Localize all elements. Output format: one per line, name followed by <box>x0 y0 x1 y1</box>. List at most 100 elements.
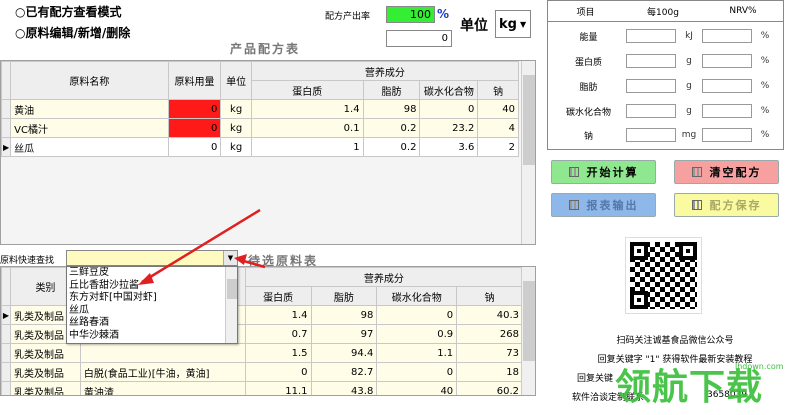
qty-cell[interactable]: 0 <box>167 137 222 157</box>
qr-finder <box>679 242 697 260</box>
arrow-line <box>141 208 261 284</box>
protein-nrv-field[interactable] <box>702 54 752 68</box>
edit-ingredient-mode-radio[interactable]: ○原料编辑/新增/删除 <box>15 24 130 41</box>
report-icon <box>568 200 579 210</box>
arrow-head <box>234 254 247 265</box>
sodium-cell: 60.2 <box>456 381 523 395</box>
fat-cell: 97 <box>310 324 378 344</box>
save-formula-button[interactable]: 配方保存 <box>674 193 779 217</box>
dropdown-option[interactable]: 丝路春酒 <box>67 317 237 330</box>
fat-cell: 0.2 <box>362 118 421 138</box>
formula-table-scrollbar[interactable] <box>521 61 535 244</box>
candidate-table-scrollbar[interactable] <box>521 267 535 395</box>
yield-input[interactable]: 100 <box>386 6 435 23</box>
table-row[interactable]: 乳类及制品 黄油渣 11.1 43.8 40 60.2 <box>1 381 523 395</box>
protein-cell: 0 <box>244 362 312 382</box>
sodium-cell: 18 <box>456 362 523 382</box>
scrollbar-thumb[interactable] <box>523 75 535 165</box>
clear-formula-button[interactable]: 清空配方 <box>674 160 779 184</box>
fat-nrv-field[interactable] <box>702 79 752 93</box>
quick-search-label: 原料快速查找 <box>0 256 55 266</box>
col-header-protein: 蛋白质 <box>250 80 364 100</box>
calculate-button[interactable]: 开始计算 <box>551 160 656 184</box>
nutrition-pct: % <box>760 81 770 91</box>
unit-select[interactable]: kg ▼ <box>495 10 531 38</box>
col-header-sodium: 钠 <box>477 80 519 100</box>
carb-value-field[interactable] <box>626 104 676 118</box>
edit-mode-label: ○原料编辑/新增/删除 <box>15 26 131 40</box>
row-marker <box>1 118 12 138</box>
fat-cell: 98 <box>310 305 378 325</box>
col-header-qty: 原料用量 <box>167 61 222 100</box>
carb-cell: 0.9 <box>376 324 458 344</box>
nutrition-unit: mg <box>681 130 697 140</box>
ingredient-name[interactable]: 黄油 <box>10 99 169 119</box>
nutrition-label: 脂肪 <box>579 82 598 93</box>
nutrition-unit: g <box>686 106 692 116</box>
protein-value-field[interactable] <box>626 54 676 68</box>
sodium-cell: 40.3 <box>456 305 523 325</box>
table-row[interactable]: 乳类及制品 1.5 94.4 1.1 73 <box>1 343 523 363</box>
nutrition-row-protein: 蛋白质 g % <box>551 53 779 69</box>
col-header-sodium: 钠 <box>456 286 523 306</box>
ingredient-name[interactable]: VC橘汁 <box>10 118 169 138</box>
category-cell: 乳类及制品 <box>9 343 81 363</box>
col-header-name: 原料名称 <box>10 61 169 100</box>
name-cell: 黄油渣 <box>79 381 246 395</box>
nutrition-pct: % <box>760 130 770 140</box>
table-row[interactable]: VC橘汁 0 kg 0.1 0.2 23.2 4 <box>1 118 519 138</box>
carb-nrv-field[interactable] <box>702 104 752 118</box>
yield-percent-sign: % <box>437 7 450 21</box>
report-output-button[interactable]: 报表输出 <box>551 193 656 217</box>
unit-cell: kg <box>220 99 252 119</box>
row-marker <box>1 343 11 363</box>
yield-label: 配方产出率 <box>325 12 371 22</box>
nutrition-label: 碳水化合物 <box>565 107 611 118</box>
row-marker <box>1 381 11 395</box>
ingredient-name[interactable]: 丝瓜 <box>10 137 169 157</box>
row-marker <box>1 99 12 119</box>
name-cell <box>79 343 246 363</box>
scrollbar-thumb[interactable] <box>523 281 535 361</box>
sodium-cell: 40 <box>477 99 519 119</box>
fat-value-field[interactable] <box>626 79 676 93</box>
yield-output-field[interactable]: 0 <box>386 30 452 47</box>
qty-cell[interactable]: 0 <box>167 99 222 119</box>
fat-cell: 98 <box>362 99 421 119</box>
carb-cell: 0 <box>419 99 479 119</box>
sodium-nrv-field[interactable] <box>702 128 752 142</box>
energy-nrv-field[interactable] <box>702 29 752 43</box>
sodium-value-field[interactable] <box>626 128 676 142</box>
protein-cell: 0.1 <box>250 118 364 138</box>
dropdown-option[interactable]: 东方对虾[中国对虾] <box>67 292 237 305</box>
table-row[interactable]: ▶ 丝瓜 0 kg 1 0.2 3.6 2 <box>1 137 519 157</box>
qty-cell[interactable]: 0 <box>167 118 222 138</box>
unit-select-value: kg <box>499 16 517 32</box>
unit-cell: kg <box>220 137 252 157</box>
table-row[interactable]: 乳类及制品 白脱(食品工业)[牛油，黄油] 0 82.7 0 18 <box>1 362 523 382</box>
nutrition-row-fat: 脂肪 g % <box>551 78 779 94</box>
unit-label: 单位 <box>460 18 488 34</box>
row-marker <box>1 324 11 344</box>
sodium-cell: 2 <box>477 137 519 157</box>
category-cell: 乳类及制品 <box>9 362 81 382</box>
protein-cell: 1 <box>250 137 364 157</box>
nutrition-unit: g <box>686 56 692 66</box>
grid-icon <box>691 200 702 210</box>
carb-cell: 23.2 <box>419 118 479 138</box>
carb-cell: 0 <box>376 305 458 325</box>
protein-cell: 1.4 <box>244 305 312 325</box>
table-row[interactable]: 黄油 0 kg 1.4 98 0 40 <box>1 99 519 119</box>
dropdown-option[interactable]: 丝瓜 <box>67 305 237 318</box>
dropdown-option[interactable]: 中华沙棘酒 <box>67 330 237 343</box>
energy-value-field[interactable] <box>626 29 676 43</box>
protein-cell: 1.5 <box>244 343 312 363</box>
nutrition-header-item: 项目 <box>576 7 595 18</box>
protein-cell: 1.4 <box>250 99 364 119</box>
existing-formula-mode-radio[interactable]: ○已有配方查看模式 <box>15 3 121 20</box>
nutrition-header-per100g: 每100g <box>647 7 679 18</box>
col-header-carb: 碳水化合物 <box>376 286 458 306</box>
existing-mode-label: ○已有配方查看模式 <box>15 5 122 19</box>
carb-cell: 0 <box>376 362 458 382</box>
col-group-nutrition: 营养成分 <box>250 61 520 81</box>
